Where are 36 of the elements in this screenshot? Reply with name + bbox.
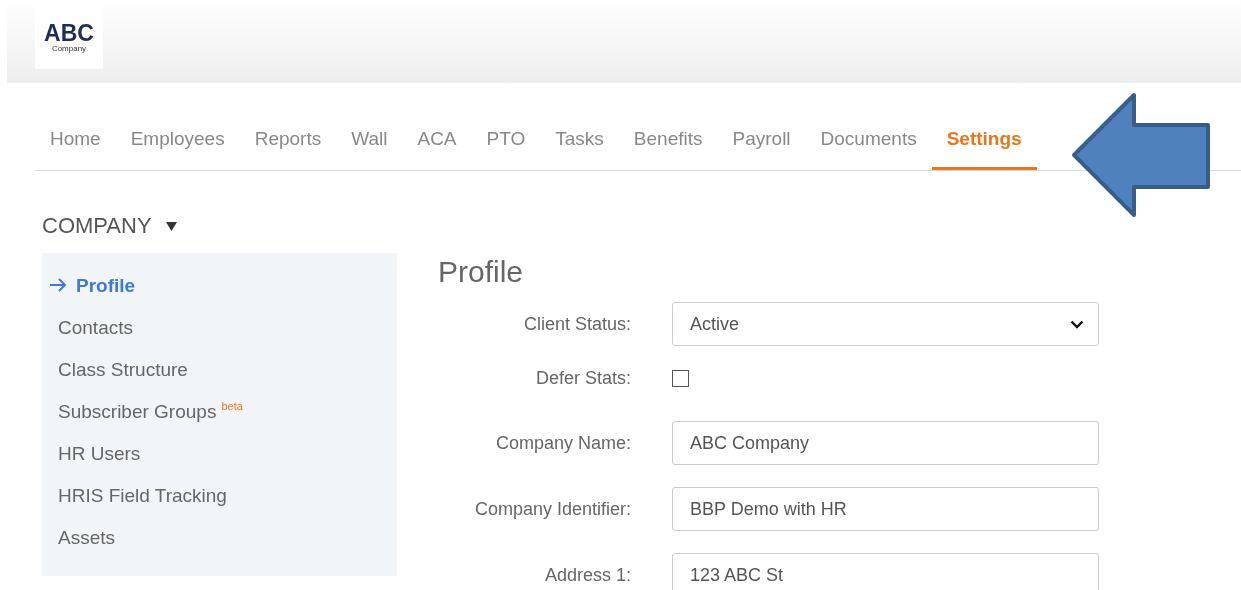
page-title: Profile: [438, 257, 525, 287]
nav-tab[interactable]: Settings: [931, 117, 1037, 170]
nav-tab[interactable]: Documents: [805, 117, 932, 170]
input-field[interactable]: ABC Company: [672, 421, 1099, 465]
sidebar-item[interactable]: HRIS Field Tracking: [42, 479, 397, 521]
input-field[interactable]: BBP Demo with HR: [672, 487, 1099, 531]
field-label: Company Identifier:: [473, 498, 631, 520]
beta-label: beta: [221, 400, 243, 412]
nav-tab[interactable]: Employees: [115, 117, 240, 170]
checkbox[interactable]: [672, 370, 689, 387]
arrow-right-icon: [49, 278, 67, 292]
field-label: Address 1:: [543, 564, 631, 586]
sidebar-item[interactable]: Assets: [42, 521, 397, 563]
nav-tab[interactable]: Tasks: [540, 117, 619, 170]
nav-tab[interactable]: Reports: [239, 117, 337, 170]
field-label: Defer Stats:: [534, 368, 631, 389]
logo-title: ABC: [44, 21, 94, 45]
sidebar-item[interactable]: Class Structure: [42, 353, 397, 395]
nav-tab[interactable]: PTO: [471, 117, 541, 170]
nav-tab[interactable]: Wall: [336, 117, 403, 170]
field-label: Client Status:: [522, 313, 631, 335]
nav-tab[interactable]: Home: [35, 117, 116, 170]
nav-tab[interactable]: Payroll: [717, 117, 806, 170]
sidebar-item[interactable]: HR Users: [42, 437, 397, 479]
sidebar-item[interactable]: Profile: [42, 269, 397, 311]
chevron-down-icon: [1070, 319, 1084, 329]
section-title: COMPANY: [42, 213, 152, 239]
dropdown-caret-icon[interactable]: [165, 221, 177, 231]
select-field[interactable]: Active: [672, 302, 1099, 346]
sidebar-item[interactable]: Subscriber Groups beta: [42, 395, 397, 437]
nav-tab[interactable]: Benefits: [618, 117, 718, 170]
field-label: Company Name:: [494, 432, 631, 454]
sidebar-item[interactable]: Contacts: [42, 311, 397, 353]
nav-tab[interactable]: ACA: [402, 117, 472, 170]
logo-subtitle: Company: [51, 44, 87, 53]
input-field[interactable]: 123 ABC St: [672, 553, 1099, 590]
